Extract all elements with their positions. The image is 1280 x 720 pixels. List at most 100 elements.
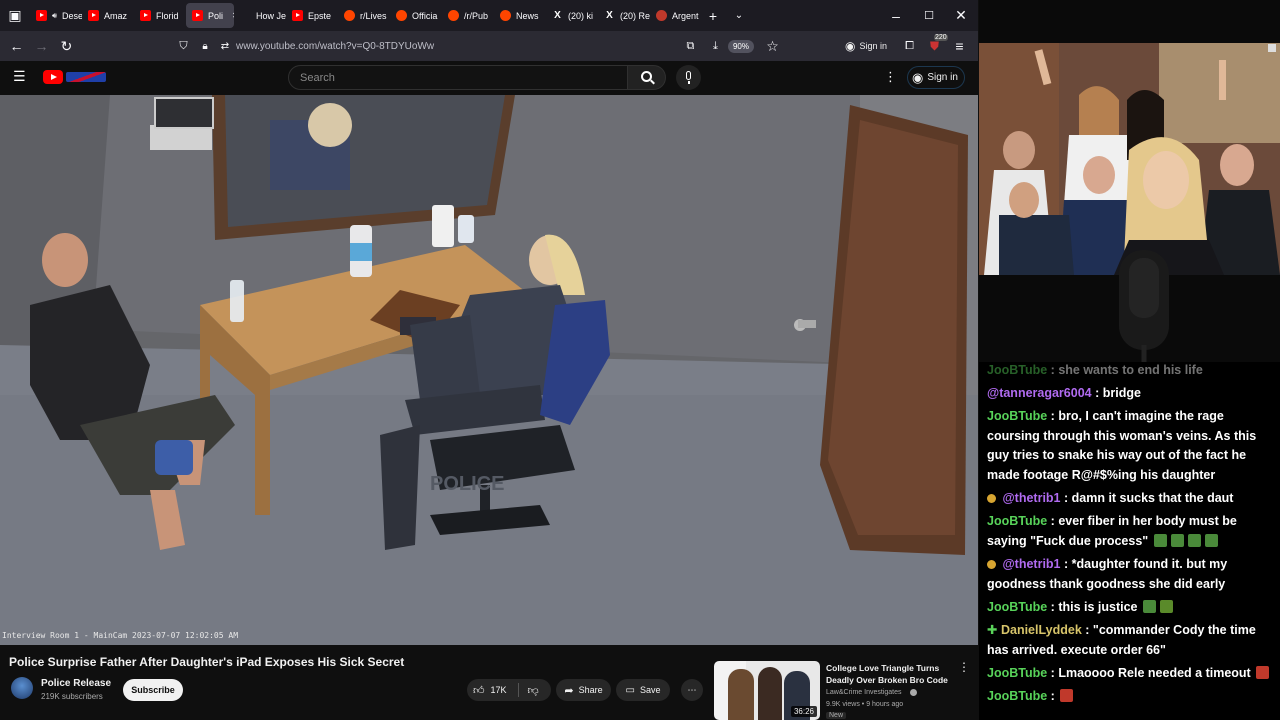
settings-more-icon[interactable]: ⋮ [884, 69, 897, 85]
like-dislike-group: 👍︎ 17K 👎︎ [467, 679, 551, 701]
lock-icon[interactable]: 🔒︎ [196, 41, 214, 52]
account-signin[interactable]: ◉ Sign in [845, 39, 887, 53]
voice-search-button[interactable] [676, 65, 701, 90]
close-window-button[interactable]: ✕ [944, 7, 978, 24]
forward-button[interactable]: → [29, 38, 54, 54]
chat-text: Lmaoooo Rele needed a timeout [1058, 666, 1251, 680]
streamer-camera-feed [979, 0, 1280, 372]
thumbs-down-icon[interactable]: 👎︎ [528, 684, 539, 697]
live-chat-panel: JooBTube : she wants to end his life @ta… [979, 362, 1280, 720]
chat-text: damn it sucks that the daut [1071, 491, 1234, 505]
tab-label: Amaz [104, 10, 128, 21]
browser-tab[interactable]: Epste [286, 0, 338, 31]
save-playlist-icon: ▭ [625, 684, 635, 696]
close-overlay-icon[interactable] [1268, 44, 1276, 52]
browser-tab[interactable]: Amaz [82, 0, 134, 31]
browser-tab[interactable]: 🔊︎ Deser [30, 0, 82, 31]
channel-name[interactable]: Police Release [41, 678, 111, 689]
extensions-icon[interactable]: ⧠ [897, 40, 922, 53]
plus-badge-icon: ✚ [987, 623, 998, 637]
share-icon: ➦ [564, 684, 574, 697]
tab-list-dropdown-icon[interactable]: ⌄ [724, 10, 754, 21]
browser-tab[interactable]: News [494, 0, 546, 31]
chat-message: @tanneragar6004 : bridge [987, 386, 1141, 400]
video-frame: POLICE [0, 95, 978, 645]
youtube-logo[interactable] [43, 70, 107, 84]
back-button[interactable]: ← [4, 38, 29, 54]
angry-emote-icon [1060, 689, 1074, 702]
browser-tab[interactable]: Poli✕ [186, 3, 234, 28]
chat-username: @tanneragar6004 [987, 386, 1092, 400]
picture-in-picture-icon[interactable]: ⧉ [678, 40, 703, 53]
up-next-meta: 9.9K views • 9 hours ago [826, 701, 904, 708]
browser-tab[interactable]: How Je [234, 0, 286, 31]
up-next-more-icon[interactable]: ⋮ [958, 660, 970, 674]
tab-label: News [516, 10, 539, 21]
video-timestamp-overlay: Interview Room 1 - MainCam 2023-07-07 12… [2, 631, 239, 640]
browser-tab-strip: ▣ 🔊︎DeserAmazFloridPoli✕How JeEpster/Liv… [0, 0, 978, 31]
reload-button[interactable]: ↻ [54, 38, 79, 55]
video-duration: 36:26 [790, 706, 817, 717]
tab-label: Poli [208, 10, 224, 21]
pepe-emote-icon [1153, 533, 1167, 547]
chat-message: JooBTube : this is justice [987, 598, 1279, 618]
account-circle-icon: ◉ [912, 69, 924, 85]
permissions-icon[interactable]: ⇄ [214, 41, 236, 52]
browser-tab[interactable]: r/Lives [338, 0, 390, 31]
browser-tab[interactable]: X (20) Re [598, 0, 650, 31]
member-badge-icon [987, 560, 996, 569]
pepe-emote-icon [1143, 600, 1156, 613]
chat-username: @thetrib1 [1002, 491, 1061, 505]
tab-label: (20) Re [620, 10, 650, 21]
tab-label: (20) ki [568, 10, 594, 21]
tab-label: Deser [62, 10, 82, 21]
minimize-button[interactable]: – [878, 8, 914, 24]
reddit-icon [500, 10, 511, 21]
screenshot-icon[interactable]: ⤓ [703, 40, 728, 53]
youtube-icon [140, 10, 151, 21]
up-next-title[interactable]: College Love Triangle Turns Deadly Over … [826, 662, 951, 686]
browser-tab[interactable]: Florid [134, 0, 186, 31]
chat-message: JooBTube : bro, I can't imagine the rage… [987, 409, 1257, 482]
up-next-thumbnail[interactable]: 36:26 [714, 661, 820, 720]
navigation-bar: ← → ↻ ⛉ 🔒︎ ⇄ www.youtube.com/watch?v=Q0-… [0, 31, 978, 61]
youtube-signin-button[interactable]: ◉ Sign in [907, 66, 965, 89]
pepe-writing-emote-icon [1160, 600, 1173, 613]
like-button[interactable]: 👍︎ 17K [473, 684, 507, 697]
tab-label: Epste [308, 10, 332, 21]
video-player[interactable]: POLICE [0, 95, 978, 645]
browser-tab[interactable]: /r/Pub [442, 0, 494, 31]
tab-label: Argent [672, 10, 699, 21]
maximize-button[interactable]: ☐ [914, 9, 944, 22]
channel-avatar[interactable] [11, 677, 33, 699]
shield-icon[interactable]: ⛉ [171, 40, 196, 53]
new-badge: New [826, 712, 847, 719]
camera-frame [979, 0, 1280, 372]
guide-menu-icon[interactable]: ☰ [13, 68, 26, 85]
bookmark-star-icon[interactable]: ☆ [760, 38, 785, 55]
new-tab-button[interactable]: + [702, 8, 724, 24]
chat-message: JooBTube : [987, 687, 1279, 707]
url-bar[interactable]: www.youtube.com/watch?v=Q0-8TDYUoWw [236, 41, 434, 52]
more-actions-button[interactable]: ⋯ [681, 679, 703, 701]
share-button[interactable]: ➦ Share [556, 679, 611, 701]
subscribe-button[interactable]: Subscribe [123, 679, 183, 701]
youtube-icon [88, 10, 99, 21]
search-input[interactable]: Search [288, 65, 628, 90]
browser-tab[interactable]: Argent [650, 0, 702, 31]
search-button[interactable] [627, 65, 666, 90]
pepe-emote-icon [1187, 533, 1201, 547]
up-next-channel: Law&Crime Investigates [826, 689, 902, 696]
ublock-icon[interactable]: ⛊ 220 [922, 33, 948, 54]
tab-overview-icon[interactable]: ▣ [0, 7, 30, 24]
verified-icon [910, 689, 917, 696]
browser-tab[interactable]: X (20) ki [546, 0, 598, 31]
browser-tab[interactable]: Officia [390, 0, 442, 31]
youtube-icon [36, 10, 47, 21]
audio-playing-icon[interactable]: 🔊︎ [52, 11, 57, 21]
save-button[interactable]: ▭ Save [616, 679, 670, 701]
zoom-level[interactable]: 90% [727, 39, 754, 53]
menu-icon[interactable]: ≡ [947, 38, 972, 54]
chat-message: JooBTube : she wants to end his life [987, 363, 1203, 377]
member-badge-icon [987, 494, 996, 503]
